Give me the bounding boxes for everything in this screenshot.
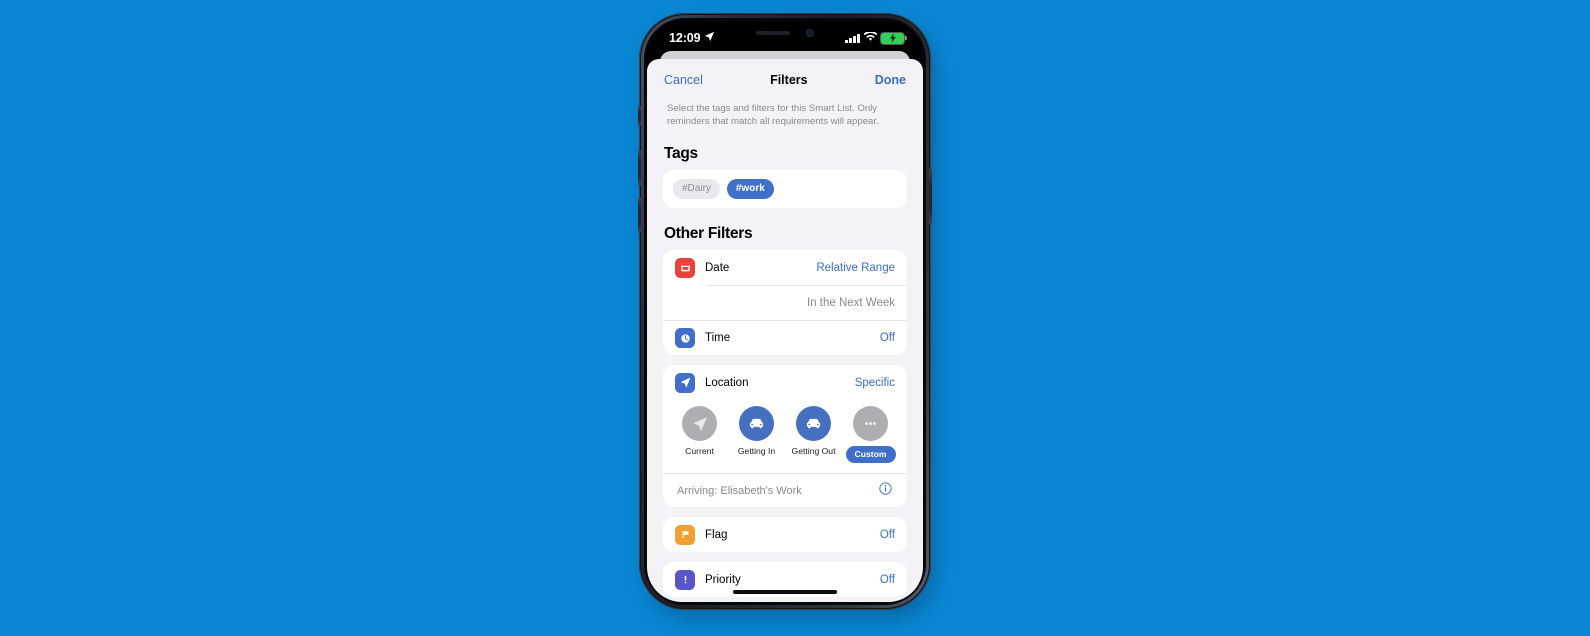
priority-row-label: Priority (705, 573, 741, 586)
date-time-card: Date Relative Range In the Next Week Tim… (663, 250, 907, 356)
location-row-label: Location (705, 376, 749, 389)
filters-sheet: Cancel Filters Done Select the tags and … (647, 59, 923, 602)
location-arrow-icon (675, 372, 695, 393)
flag-row-label: Flag (705, 528, 728, 541)
status-bar-right (845, 29, 907, 47)
date-row-label: Date (705, 261, 730, 274)
battery-charging-icon (881, 32, 907, 44)
notch (729, 21, 841, 45)
home-indicator[interactable] (733, 589, 837, 594)
location-option-label: Getting In (737, 446, 776, 457)
intro-description: Select the tags and filters for this Sma… (667, 103, 879, 128)
exclamation-icon (675, 569, 695, 590)
car-icon (739, 406, 774, 442)
flag-row[interactable]: Flag Off (663, 517, 907, 552)
page-title: Filters (770, 72, 808, 87)
calendar-icon (675, 257, 695, 278)
location-arrow-icon (704, 31, 715, 45)
phone-frame: 12:09 Cancel Filters Done Select the tag… (638, 13, 932, 610)
sheet-navbar: Cancel Filters Done (647, 59, 923, 100)
other-filters-section-title: Other Filters (664, 225, 753, 243)
front-camera-icon (806, 29, 814, 37)
tags-section-title: Tags (664, 145, 698, 163)
date-detail-row[interactable]: In the Next Week (707, 285, 907, 320)
tag-work[interactable]: #work (726, 179, 774, 200)
status-bar-left: 12:09 (669, 31, 715, 45)
location-options-grid: Current Getting In Getting Out Custom (663, 400, 907, 473)
location-option-custom[interactable]: Custom (842, 406, 899, 464)
arriving-row[interactable]: Arriving: Elisabeth's Work (663, 473, 907, 507)
location-row[interactable]: Location Specific (663, 365, 907, 400)
clock-icon (675, 328, 695, 349)
cancel-button[interactable]: Cancel (664, 73, 703, 87)
location-card: Location Specific Current Getting In Get… (663, 365, 907, 508)
power-button[interactable] (929, 168, 932, 225)
time-row-label: Time (705, 332, 731, 345)
sheet-scroll-body[interactable]: Select the tags and filters for this Sma… (647, 100, 923, 602)
priority-row-value[interactable]: Off (880, 574, 895, 586)
volume-up-button[interactable] (638, 150, 641, 186)
tag-dairy[interactable]: #Dairy (673, 179, 720, 200)
date-row-value[interactable]: Relative Range (816, 262, 895, 274)
car-icon (796, 406, 831, 442)
flag-card: Flag Off (663, 517, 907, 553)
location-row-value[interactable]: Specific (855, 377, 895, 389)
location-option-getting-in[interactable]: Getting In (728, 406, 785, 463)
date-row[interactable]: Date Relative Range (663, 250, 907, 285)
tags-card: #Dairy #work (663, 170, 907, 209)
ellipsis-icon (853, 406, 888, 442)
location-option-label: Getting Out (791, 446, 836, 457)
wifi-icon (863, 29, 878, 47)
time-row[interactable]: Time Off (663, 320, 907, 355)
info-circle-icon[interactable] (878, 481, 893, 501)
phone-screen: 12:09 Cancel Filters Done Select the tag… (647, 21, 923, 602)
time-row-value[interactable]: Off (880, 332, 895, 344)
status-bar-time: 12:09 (669, 31, 701, 45)
volume-down-button[interactable] (638, 197, 641, 233)
silence-switch[interactable] (638, 106, 641, 126)
arriving-text: Arriving: Elisabeth's Work (677, 484, 802, 497)
location-option-getting-out[interactable]: Getting Out (785, 406, 842, 463)
done-button[interactable]: Done (875, 73, 906, 87)
flag-icon (675, 524, 695, 545)
location-option-label: Current (685, 446, 714, 457)
location-arrow-icon (682, 406, 717, 442)
cellular-signal-icon (845, 33, 860, 43)
location-option-current[interactable]: Current (671, 406, 728, 463)
location-option-label: Custom (845, 446, 896, 464)
earpiece-speaker-icon (756, 31, 790, 35)
phone-device: 12:09 Cancel Filters Done Select the tag… (638, 13, 937, 620)
flag-row-value[interactable]: Off (880, 529, 895, 541)
